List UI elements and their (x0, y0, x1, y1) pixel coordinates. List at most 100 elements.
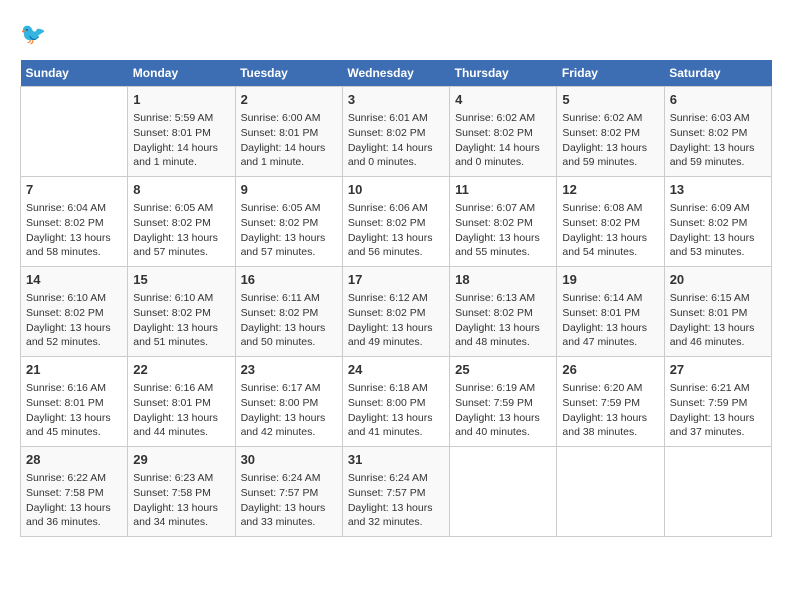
day-number: 23 (241, 361, 337, 379)
cell-line: Daylight: 13 hours (26, 231, 122, 246)
day-number: 13 (670, 181, 766, 199)
calendar-week-row: 7Sunrise: 6:04 AMSunset: 8:02 PMDaylight… (21, 177, 772, 267)
cell-line: Sunrise: 6:21 AM (670, 381, 766, 396)
cell-line: Daylight: 13 hours (133, 501, 229, 516)
logo: 🐦 (20, 20, 54, 50)
cell-line: Daylight: 13 hours (348, 321, 444, 336)
calendar-cell: 19Sunrise: 6:14 AMSunset: 8:01 PMDayligh… (557, 267, 664, 357)
cell-line: Sunset: 8:01 PM (133, 396, 229, 411)
cell-line: Sunrise: 6:05 AM (133, 201, 229, 216)
cell-line: and 42 minutes. (241, 425, 337, 440)
day-number: 11 (455, 181, 551, 199)
cell-line: Sunrise: 6:13 AM (455, 291, 551, 306)
calendar-week-row: 28Sunrise: 6:22 AMSunset: 7:58 PMDayligh… (21, 447, 772, 537)
day-header: Friday (557, 60, 664, 87)
cell-line: Sunset: 7:58 PM (26, 486, 122, 501)
cell-line: and 49 minutes. (348, 335, 444, 350)
cell-line: Daylight: 13 hours (455, 321, 551, 336)
day-number: 2 (241, 91, 337, 109)
cell-line: and 34 minutes. (133, 515, 229, 530)
cell-line: Sunrise: 6:05 AM (241, 201, 337, 216)
cell-line: Sunset: 8:02 PM (455, 126, 551, 141)
cell-line: Sunset: 8:02 PM (562, 126, 658, 141)
calendar-cell (21, 87, 128, 177)
cell-line: Sunrise: 6:03 AM (670, 111, 766, 126)
cell-line: and 57 minutes. (133, 245, 229, 260)
cell-line: Sunrise: 6:22 AM (26, 471, 122, 486)
day-number: 16 (241, 271, 337, 289)
cell-line: Daylight: 13 hours (348, 231, 444, 246)
cell-line: Daylight: 13 hours (241, 501, 337, 516)
cell-line: Sunset: 8:02 PM (26, 216, 122, 231)
calendar-cell: 5Sunrise: 6:02 AMSunset: 8:02 PMDaylight… (557, 87, 664, 177)
cell-line: Sunset: 8:00 PM (348, 396, 444, 411)
cell-line: Sunrise: 6:00 AM (241, 111, 337, 126)
cell-line: Daylight: 13 hours (670, 141, 766, 156)
calendar-header-row: SundayMondayTuesdayWednesdayThursdayFrid… (21, 60, 772, 87)
cell-line: Daylight: 14 hours (241, 141, 337, 156)
day-number: 27 (670, 361, 766, 379)
cell-line: and 36 minutes. (26, 515, 122, 530)
cell-line: and 56 minutes. (348, 245, 444, 260)
cell-line: Daylight: 13 hours (26, 411, 122, 426)
cell-line: Sunrise: 6:09 AM (670, 201, 766, 216)
cell-line: Sunset: 7:57 PM (241, 486, 337, 501)
cell-line: Sunrise: 5:59 AM (133, 111, 229, 126)
calendar-cell: 29Sunrise: 6:23 AMSunset: 7:58 PMDayligh… (128, 447, 235, 537)
calendar-cell: 13Sunrise: 6:09 AMSunset: 8:02 PMDayligh… (664, 177, 771, 267)
day-header: Saturday (664, 60, 771, 87)
day-number: 25 (455, 361, 551, 379)
cell-line: Daylight: 13 hours (241, 321, 337, 336)
cell-line: Sunset: 8:02 PM (670, 216, 766, 231)
calendar-week-row: 1Sunrise: 5:59 AMSunset: 8:01 PMDaylight… (21, 87, 772, 177)
cell-line: Sunrise: 6:10 AM (133, 291, 229, 306)
cell-line: Sunrise: 6:15 AM (670, 291, 766, 306)
calendar-cell: 26Sunrise: 6:20 AMSunset: 7:59 PMDayligh… (557, 357, 664, 447)
cell-line: Daylight: 13 hours (133, 321, 229, 336)
calendar-cell: 18Sunrise: 6:13 AMSunset: 8:02 PMDayligh… (450, 267, 557, 357)
cell-line: Daylight: 13 hours (455, 231, 551, 246)
day-header: Sunday (21, 60, 128, 87)
cell-line: Sunset: 7:59 PM (670, 396, 766, 411)
cell-line: Daylight: 13 hours (562, 231, 658, 246)
cell-line: Daylight: 13 hours (26, 321, 122, 336)
day-number: 5 (562, 91, 658, 109)
cell-line: Sunrise: 6:18 AM (348, 381, 444, 396)
calendar-cell: 9Sunrise: 6:05 AMSunset: 8:02 PMDaylight… (235, 177, 342, 267)
calendar-cell: 11Sunrise: 6:07 AMSunset: 8:02 PMDayligh… (450, 177, 557, 267)
svg-text:🐦: 🐦 (20, 23, 46, 46)
cell-line: and 46 minutes. (670, 335, 766, 350)
day-number: 20 (670, 271, 766, 289)
cell-line: Sunrise: 6:08 AM (562, 201, 658, 216)
cell-line: Sunrise: 6:11 AM (241, 291, 337, 306)
calendar-table: SundayMondayTuesdayWednesdayThursdayFrid… (20, 60, 772, 537)
cell-line: Sunrise: 6:24 AM (241, 471, 337, 486)
cell-line: Daylight: 14 hours (133, 141, 229, 156)
cell-line: Daylight: 13 hours (562, 411, 658, 426)
cell-line: and 51 minutes. (133, 335, 229, 350)
cell-line: Sunrise: 6:01 AM (348, 111, 444, 126)
calendar-cell: 16Sunrise: 6:11 AMSunset: 8:02 PMDayligh… (235, 267, 342, 357)
cell-line: Sunrise: 6:02 AM (455, 111, 551, 126)
cell-line: and 37 minutes. (670, 425, 766, 440)
cell-line: Sunrise: 6:14 AM (562, 291, 658, 306)
cell-line: Sunset: 8:01 PM (133, 126, 229, 141)
cell-line: Sunset: 8:02 PM (455, 306, 551, 321)
cell-line: Daylight: 13 hours (670, 411, 766, 426)
cell-line: and 38 minutes. (562, 425, 658, 440)
day-number: 8 (133, 181, 229, 199)
cell-line: Daylight: 13 hours (133, 411, 229, 426)
cell-line: Sunset: 7:59 PM (562, 396, 658, 411)
cell-line: Sunrise: 6:23 AM (133, 471, 229, 486)
day-number: 30 (241, 451, 337, 469)
calendar-cell: 24Sunrise: 6:18 AMSunset: 8:00 PMDayligh… (342, 357, 449, 447)
calendar-cell: 1Sunrise: 5:59 AMSunset: 8:01 PMDaylight… (128, 87, 235, 177)
cell-line: Daylight: 14 hours (455, 141, 551, 156)
cell-line: Daylight: 13 hours (241, 411, 337, 426)
day-number: 3 (348, 91, 444, 109)
cell-line: and 59 minutes. (670, 155, 766, 170)
day-number: 17 (348, 271, 444, 289)
cell-line: Sunset: 8:01 PM (26, 396, 122, 411)
cell-line: and 33 minutes. (241, 515, 337, 530)
day-number: 7 (26, 181, 122, 199)
